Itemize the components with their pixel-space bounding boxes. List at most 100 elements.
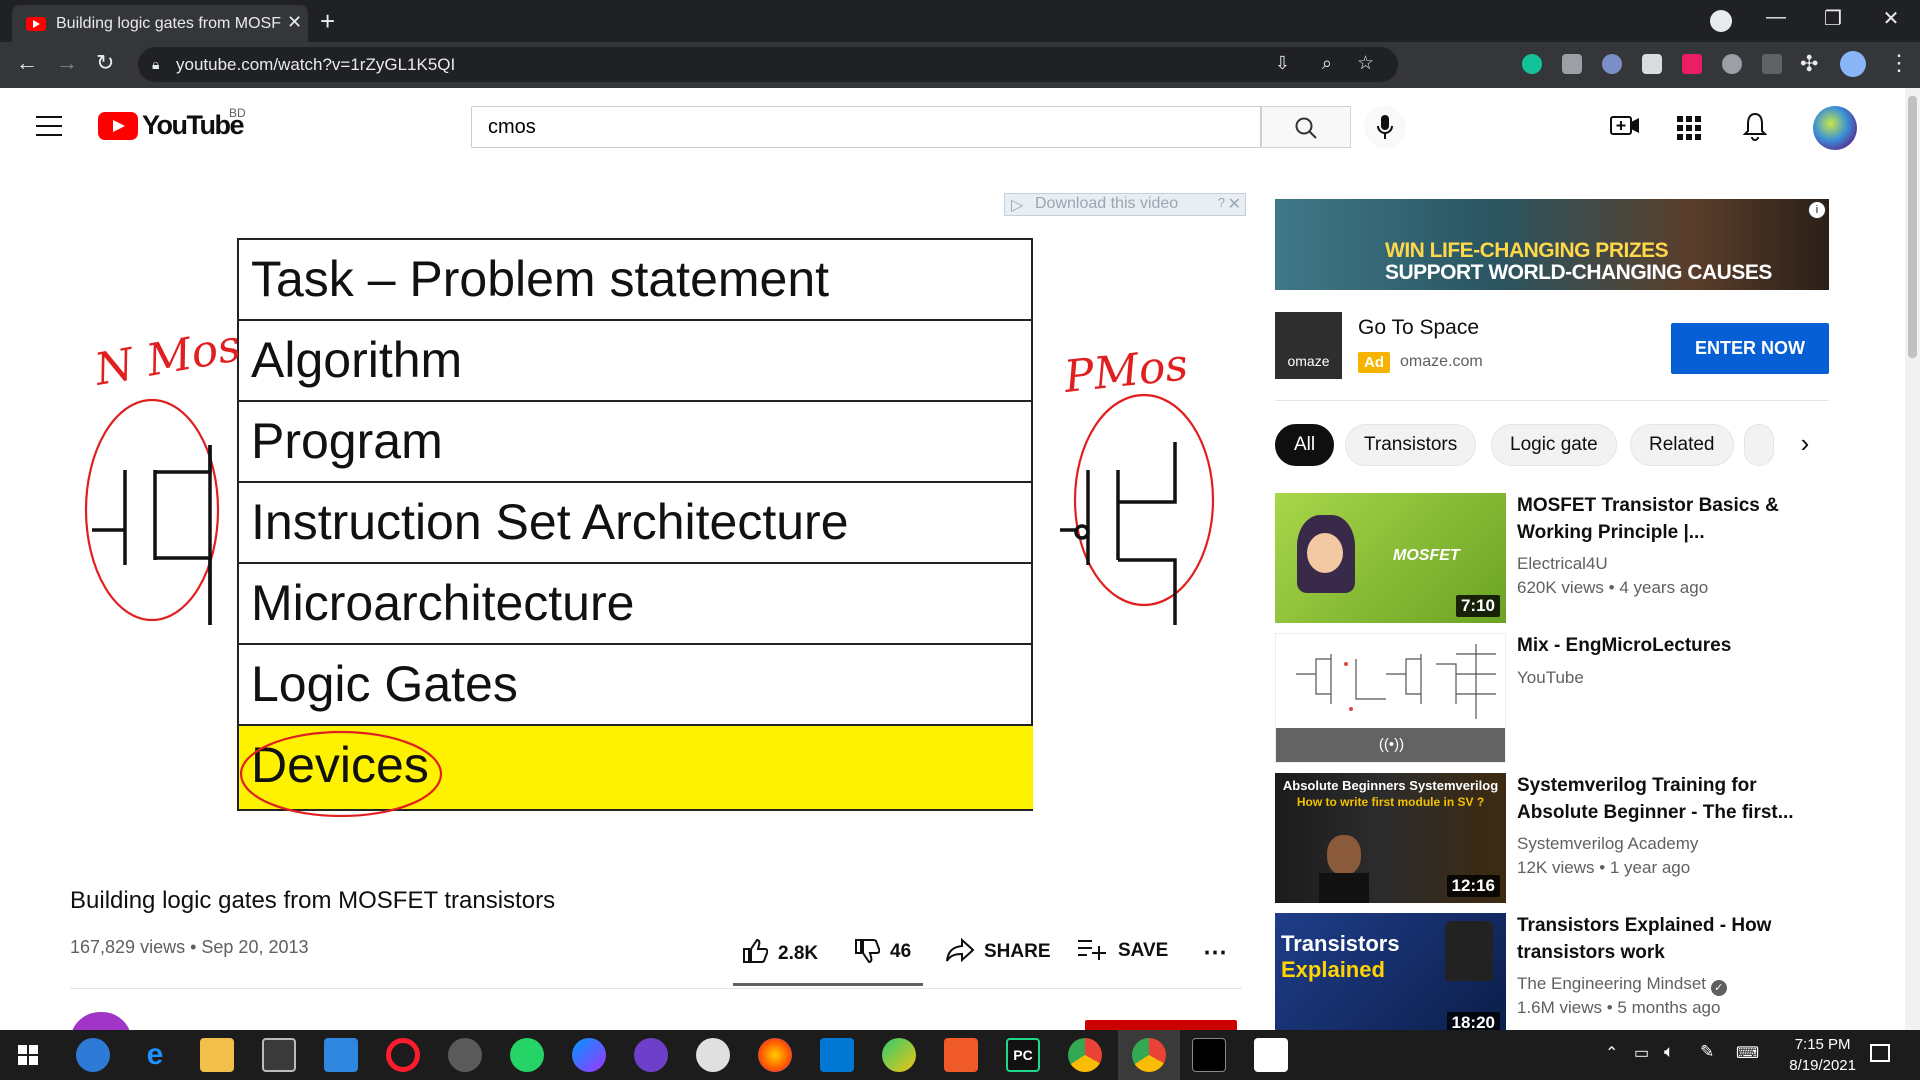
extension-icon[interactable]: [1762, 54, 1782, 74]
download-video-banner[interactable]: ▷ Download this video ? ✕: [1004, 193, 1246, 216]
omnibox[interactable]: 🔒︎ youtube.com/watch?v=1rZyGL1K5QI ⇩ ⌕ ☆: [138, 47, 1398, 82]
search-button[interactable]: [1261, 106, 1351, 148]
page-scrollbar[interactable]: [1905, 88, 1920, 1030]
extensions-puzzle-icon[interactable]: ✣: [1800, 51, 1818, 77]
related-channel[interactable]: Systemverilog Academy: [1517, 834, 1698, 854]
chip-related[interactable]: Related: [1630, 424, 1734, 466]
ad-banner-image[interactable]: WIN LIFE-CHANGING PRIZES SUPPORT WORLD-C…: [1275, 199, 1829, 290]
chip-logic-gate[interactable]: Logic gate: [1491, 424, 1617, 466]
enter-now-button[interactable]: ENTER NOW: [1671, 323, 1829, 374]
download-extension-icon[interactable]: [1722, 54, 1742, 74]
opera-icon[interactable]: [386, 1038, 420, 1072]
more-actions-icon[interactable]: ⋯: [1203, 938, 1228, 967]
action-center-icon[interactable]: [1870, 1044, 1890, 1062]
related-channel[interactable]: The Engineering Mindset ✓: [1517, 974, 1727, 996]
profile-avatar[interactable]: [1840, 51, 1866, 77]
scrollbar-thumb[interactable]: [1908, 96, 1917, 358]
active-taskbar-slot[interactable]: [1118, 1030, 1180, 1080]
firefox-icon[interactable]: [758, 1038, 792, 1072]
pycharm-icon[interactable]: PC: [1006, 1038, 1040, 1072]
related-thumbnail[interactable]: MOSFET 7:10: [1275, 493, 1506, 623]
bookmark-star-icon[interactable]: ☆: [1357, 52, 1374, 75]
related-thumbnail[interactable]: Transistors Explained 18:20: [1275, 913, 1506, 1030]
github-desktop-icon[interactable]: [634, 1038, 668, 1072]
network-icon[interactable]: ▭: [1634, 1043, 1649, 1063]
mail-icon[interactable]: [324, 1038, 358, 1072]
related-title[interactable]: MOSFET Transistor Basics & Working Princ…: [1517, 492, 1817, 546]
youtube-logo-icon[interactable]: [98, 112, 138, 140]
vscode-icon[interactable]: [820, 1038, 854, 1072]
file-explorer-icon[interactable]: [200, 1038, 234, 1072]
dislike-button[interactable]: 46: [854, 938, 911, 964]
chip-partial[interactable]: [1744, 424, 1774, 466]
extension-icon[interactable]: [1682, 54, 1702, 74]
related-channel[interactable]: Electrical4U: [1517, 554, 1608, 574]
browser-tab[interactable]: Building logic gates from MOSFE ✕: [12, 5, 308, 42]
app-icon[interactable]: [448, 1038, 482, 1072]
app-icon[interactable]: [944, 1038, 978, 1072]
notifications-bell-icon[interactable]: [1743, 112, 1767, 142]
search-input[interactable]: [471, 106, 1261, 148]
save-button[interactable]: SAVE: [1078, 938, 1168, 962]
chevron-right-icon[interactable]: ›: [1780, 424, 1830, 466]
chip-transistors[interactable]: Transistors: [1345, 424, 1477, 466]
forward-icon[interactable]: →: [56, 50, 78, 76]
related-title[interactable]: Transistors Explained - How transistors …: [1517, 912, 1817, 966]
volume-icon[interactable]: 🔈︎: [1664, 1042, 1674, 1062]
youtube-logo-text[interactable]: YouTube: [142, 110, 244, 141]
extension-icon[interactable]: [1602, 54, 1622, 74]
ad-info-icon[interactable]: i: [1808, 201, 1826, 219]
browser-menu-icon[interactable]: ⋮: [1888, 50, 1910, 76]
qbittorrent-icon[interactable]: [76, 1038, 110, 1072]
system-clock[interactable]: 7:15 PM 8/19/2021: [1789, 1034, 1856, 1076]
edge-legacy-icon[interactable]: e: [138, 1038, 172, 1072]
tab-close-icon[interactable]: ✕: [287, 12, 302, 33]
playlist-add-icon: [1078, 940, 1106, 960]
grammarly-extension-icon[interactable]: [1522, 54, 1542, 74]
related-title[interactable]: Systemverilog Training for Absolute Begi…: [1517, 772, 1817, 826]
app-icon[interactable]: [696, 1038, 730, 1072]
tab-search-icon[interactable]: [1710, 10, 1732, 32]
close-window-icon[interactable]: ✕: [1868, 6, 1914, 31]
ad-banner-line1: WIN LIFE-CHANGING PRIZES: [1385, 239, 1669, 262]
store-icon[interactable]: [262, 1038, 296, 1072]
subscribe-button[interactable]: [1085, 1020, 1237, 1030]
new-tab-button[interactable]: +: [320, 6, 335, 37]
camera-extension-icon[interactable]: [1562, 54, 1582, 74]
whatsapp-icon[interactable]: [510, 1038, 544, 1072]
like-button[interactable]: 2.8K: [742, 938, 818, 965]
terminal-icon[interactable]: [1192, 1038, 1226, 1072]
related-thumbnail[interactable]: ((•)): [1275, 633, 1506, 763]
app-icon[interactable]: [882, 1038, 916, 1072]
voice-search-button[interactable]: [1364, 106, 1406, 148]
minimize-icon[interactable]: —: [1753, 6, 1799, 29]
menu-icon[interactable]: [36, 116, 62, 143]
related-title[interactable]: Mix - EngMicroLectures: [1517, 632, 1817, 659]
zoom-icon[interactable]: ⌕: [1322, 53, 1332, 74]
reload-icon[interactable]: ↻: [96, 50, 114, 76]
app-icon[interactable]: [1254, 1038, 1288, 1072]
pen-icon[interactable]: ✎: [1700, 1042, 1714, 1062]
back-icon[interactable]: ←: [16, 50, 38, 76]
restore-icon[interactable]: ❐: [1810, 6, 1856, 31]
windows-start-icon[interactable]: [18, 1045, 38, 1065]
keyboard-icon[interactable]: ⌨: [1736, 1043, 1759, 1063]
chip-all[interactable]: All: [1275, 424, 1335, 466]
messenger-icon[interactable]: [572, 1038, 606, 1072]
show-hidden-icons-chevron-icon[interactable]: ⌃: [1605, 1043, 1618, 1063]
install-icon[interactable]: ⇩: [1275, 53, 1290, 74]
extension-icon[interactable]: [1642, 54, 1662, 74]
create-video-icon[interactable]: [1610, 114, 1640, 138]
help-icon[interactable]: ?: [1218, 195, 1225, 210]
nmos-note: N Mos: [90, 320, 244, 396]
related-channel[interactable]: YouTube: [1517, 668, 1584, 688]
close-banner-icon[interactable]: ✕: [1228, 194, 1241, 214]
ad-title[interactable]: Go To Space: [1358, 316, 1479, 340]
share-button[interactable]: SHARE: [946, 937, 1051, 963]
omaze-logo[interactable]: omaze: [1275, 312, 1342, 379]
apps-grid-icon[interactable]: [1677, 116, 1701, 140]
related-thumbnail[interactable]: Absolute Beginners Systemverilog How to …: [1275, 773, 1506, 903]
video-duration: 12:16: [1446, 875, 1500, 897]
account-avatar[interactable]: [1813, 106, 1857, 150]
chrome-icon[interactable]: [1068, 1038, 1102, 1072]
